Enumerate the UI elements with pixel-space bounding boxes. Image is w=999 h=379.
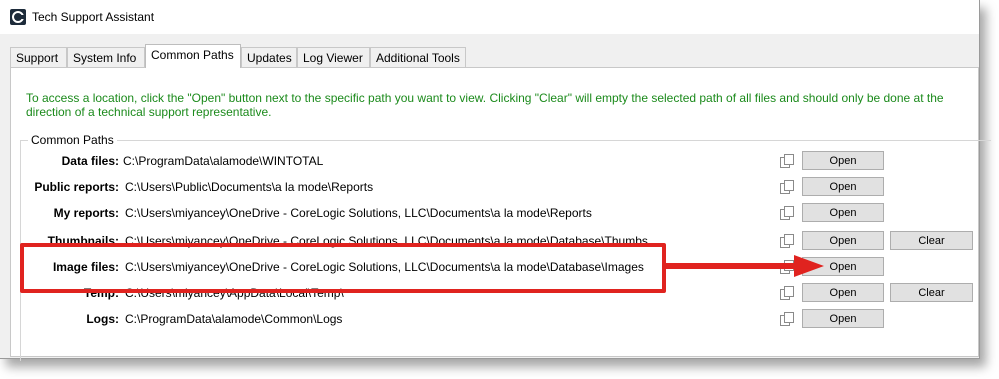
clear-button[interactable]: Clear (890, 283, 973, 302)
highlight-box (20, 243, 666, 293)
tab-system-info[interactable]: System Info (67, 47, 145, 67)
path-label: Data files: (61, 154, 119, 168)
path-row-public-reports: Public reports: C:\Users\Public\Document… (0, 176, 979, 198)
tab-support[interactable]: Support (10, 47, 67, 67)
window-title: Tech Support Assistant (32, 10, 155, 24)
path-row-logs: Logs: C:\ProgramData\alamode\Common\Logs… (0, 308, 979, 330)
path-value: C:\ProgramData\alamode\Common\Logs (125, 312, 343, 326)
path-value: C:\ProgramData\alamode\WINTOTAL (123, 154, 324, 168)
group-title: Common Paths (28, 133, 117, 147)
tab-additional-tools[interactable]: Additional Tools (370, 47, 466, 67)
open-button[interactable]: Open (802, 177, 884, 196)
open-button[interactable]: Open (802, 203, 884, 222)
clear-button[interactable]: Clear (890, 231, 973, 250)
open-button[interactable]: Open (802, 231, 884, 250)
path-label: My reports: (53, 206, 119, 220)
open-button[interactable]: Open (802, 283, 884, 302)
app-logo-icon (10, 9, 26, 25)
path-row-data-files: Data files: C:\ProgramData\alamode\WINTO… (0, 150, 979, 172)
copy-icon[interactable] (779, 233, 795, 249)
open-button[interactable]: Open (802, 151, 884, 170)
copy-icon[interactable] (779, 205, 795, 221)
path-row-my-reports: My reports: C:\Users\miyancey\OneDrive -… (0, 202, 979, 224)
copy-icon[interactable] (779, 179, 795, 195)
copy-icon[interactable] (779, 311, 795, 327)
copy-icon[interactable] (779, 153, 795, 169)
open-button[interactable]: Open (802, 309, 884, 328)
copy-icon[interactable] (779, 285, 795, 301)
path-value: C:\Users\Public\Documents\a la mode\Repo… (125, 180, 374, 194)
path-value: C:\Users\miyancey\OneDrive - CoreLogic S… (125, 206, 592, 220)
tab-log-viewer[interactable]: Log Viewer (297, 47, 370, 67)
title-bar: Tech Support Assistant (0, 0, 979, 34)
arrow-icon (666, 255, 824, 277)
tab-common-paths[interactable]: Common Paths (145, 44, 241, 68)
instructions-text: To access a location, click the "Open" b… (26, 91, 944, 119)
path-label: Logs: (86, 312, 119, 326)
tab-updates[interactable]: Updates (241, 47, 297, 67)
path-label: Public reports: (34, 180, 119, 194)
